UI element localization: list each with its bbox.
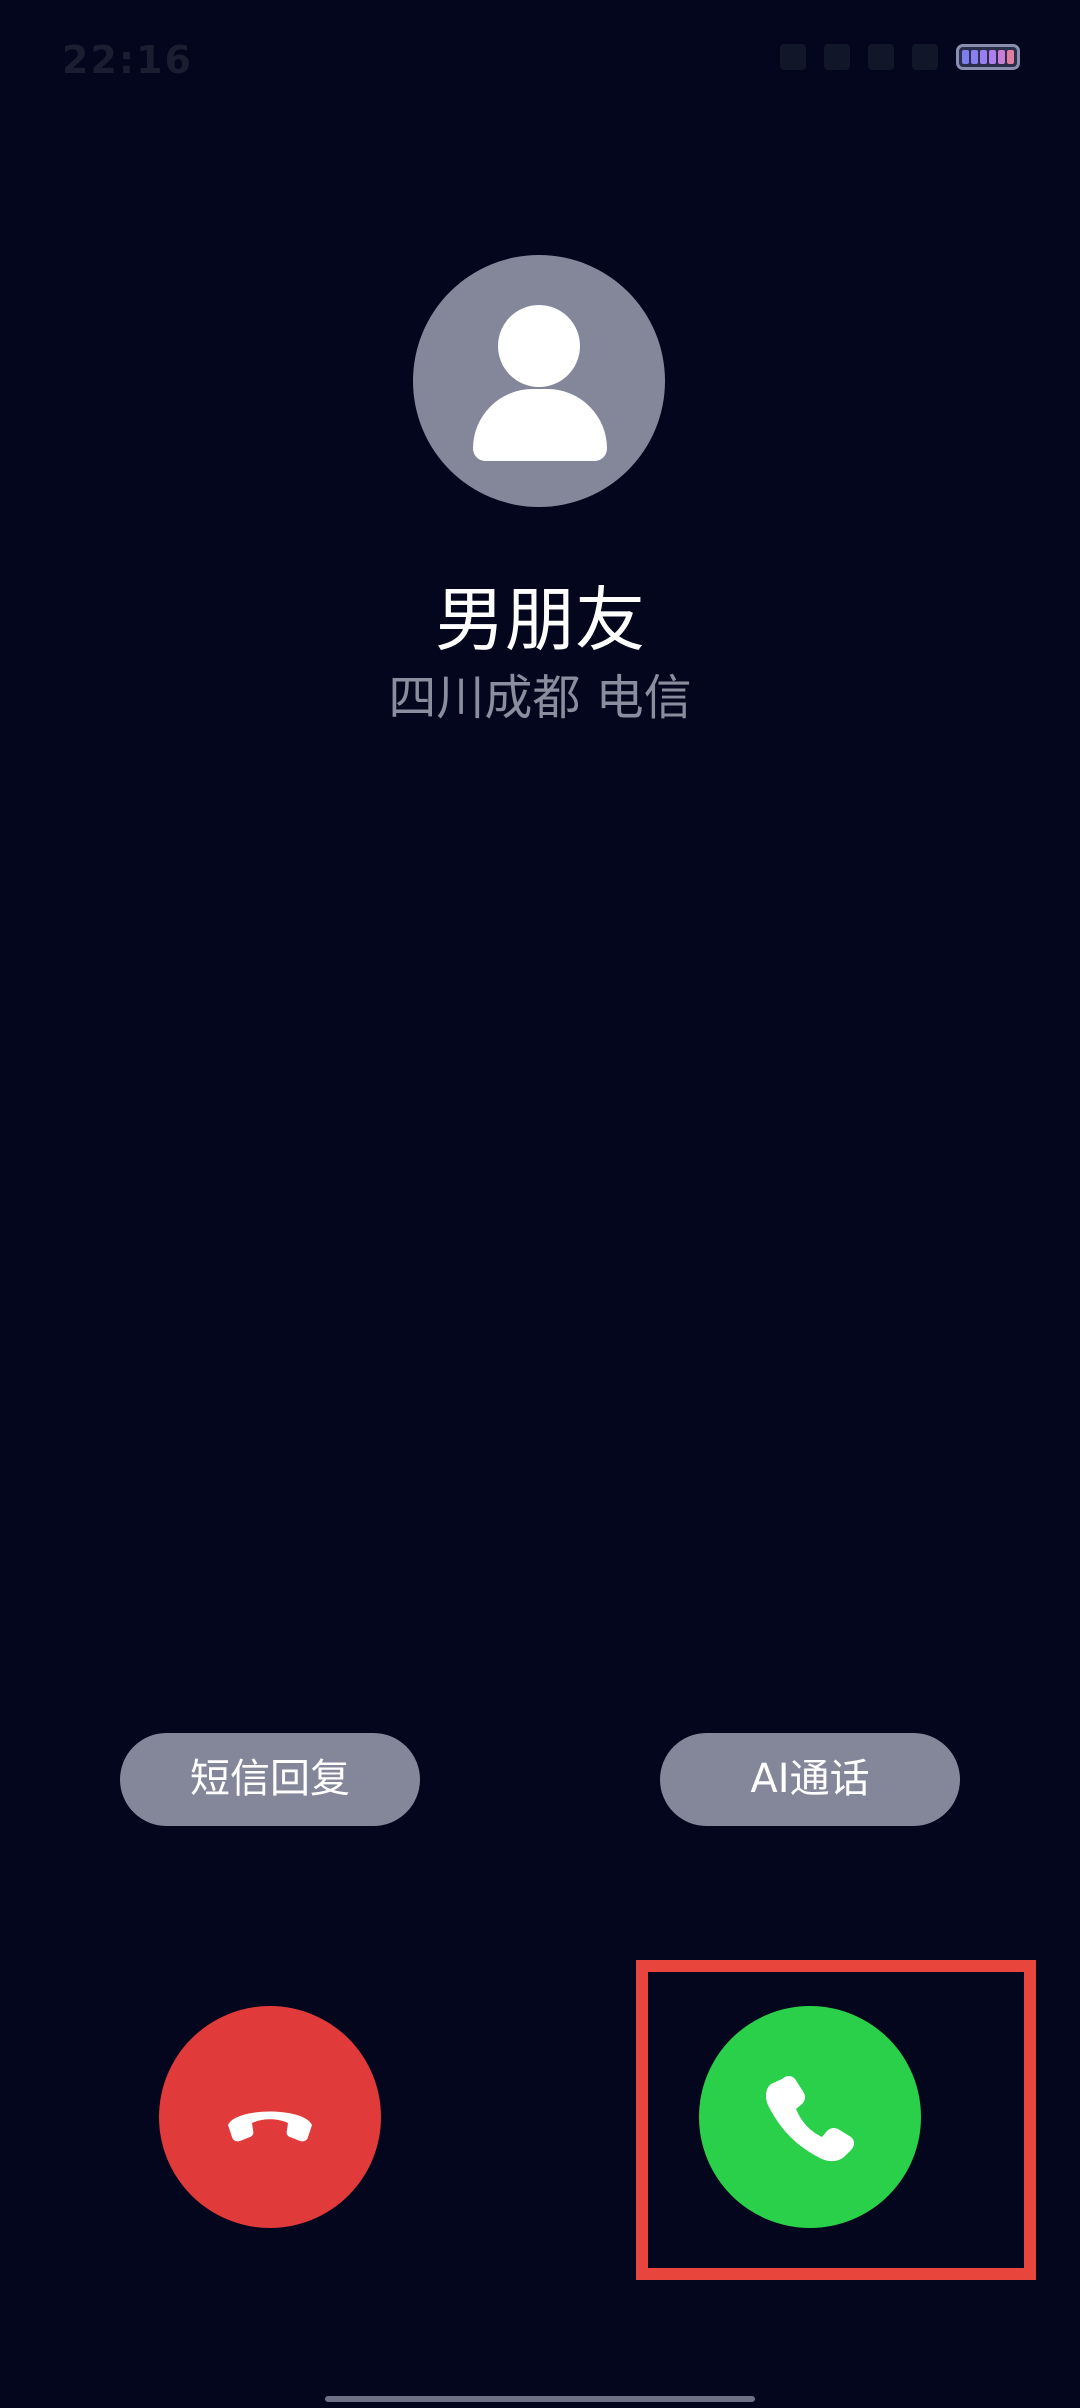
signal-strength-icon bbox=[824, 44, 850, 70]
phone-icon bbox=[765, 2076, 854, 2162]
decline-call-button[interactable] bbox=[159, 2006, 381, 2228]
hang-up-phone-icon bbox=[228, 2111, 312, 2142]
contact-avatar bbox=[413, 255, 665, 507]
caller-name: 男朋友 bbox=[435, 579, 645, 661]
status-icons bbox=[780, 44, 1020, 70]
home-indicator[interactable] bbox=[325, 2396, 755, 2402]
caller-location: 四川成都 电信 bbox=[388, 670, 692, 726]
incoming-call-screen: 22:16 男朋友 四川成都 电信 短信回复 AI通话 bbox=[0, 0, 1080, 2408]
answer-call-button[interactable] bbox=[699, 2006, 921, 2228]
sms-reply-button[interactable]: 短信回复 bbox=[120, 1733, 420, 1826]
wifi-icon bbox=[912, 44, 938, 70]
network-icon bbox=[868, 44, 894, 70]
battery-icon bbox=[956, 44, 1020, 70]
status-bar: 22:16 bbox=[0, 0, 1080, 120]
ai-call-button[interactable]: AI通话 bbox=[660, 1733, 960, 1826]
status-time: 22:16 bbox=[62, 38, 193, 82]
person-icon-head bbox=[498, 305, 580, 387]
person-icon-body bbox=[473, 389, 607, 461]
signal-icon bbox=[780, 44, 806, 70]
